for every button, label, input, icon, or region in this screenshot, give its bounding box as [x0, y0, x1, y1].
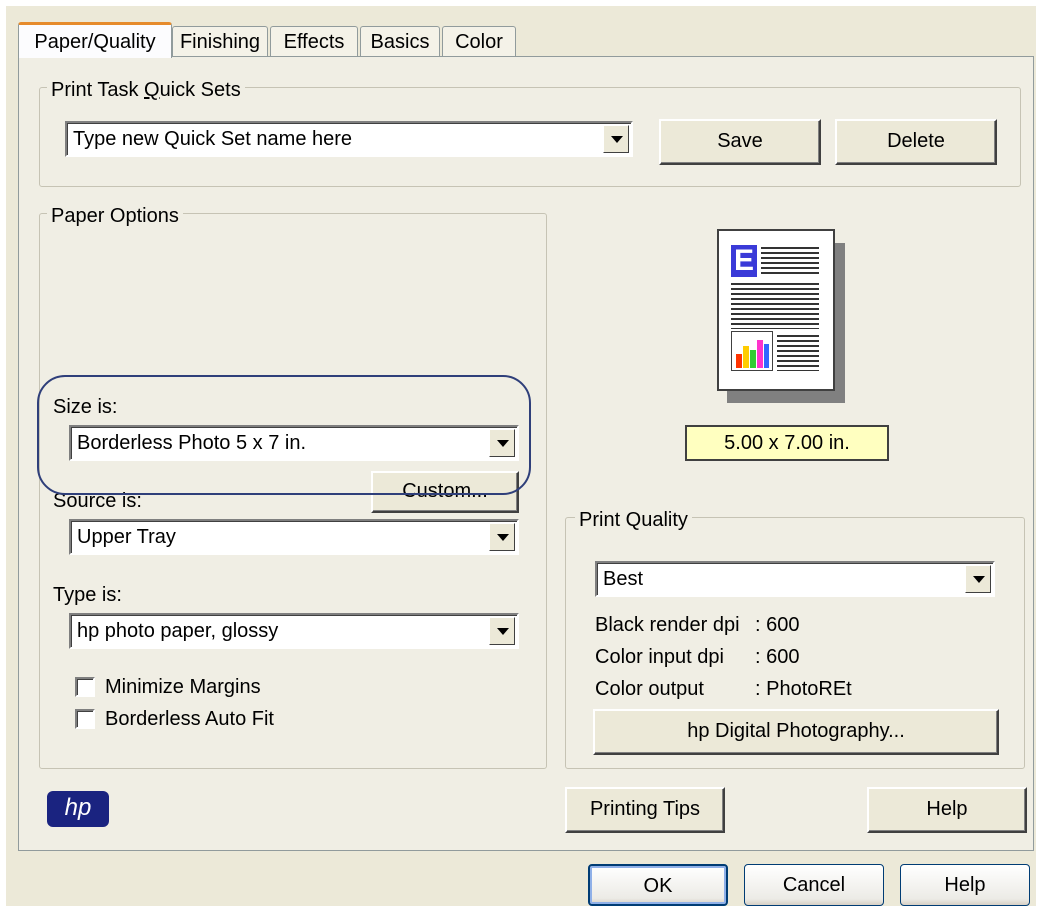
black-dpi-value: : 600	[755, 614, 800, 636]
source-value: Upper Tray	[77, 526, 176, 548]
text-lines	[761, 247, 819, 277]
type-label: Type is:	[53, 584, 122, 606]
cancel-button[interactable]: Cancel	[744, 864, 884, 906]
dialog-help-button[interactable]: Help	[900, 864, 1030, 906]
delete-button[interactable]: Delete	[835, 119, 997, 165]
save-button[interactable]: Save	[659, 119, 821, 165]
save-button-label: Save	[717, 130, 763, 152]
quick-sets-title: Print Task Quick Sets	[47, 79, 245, 101]
chevron-down-icon[interactable]	[603, 125, 629, 153]
help-button[interactable]: Help	[867, 787, 1027, 833]
printing-tips-label: Printing Tips	[589, 798, 701, 820]
quick-set-value: Type new Quick Set name here	[73, 128, 353, 150]
cancel-button-label: Cancel	[782, 874, 846, 896]
ok-button[interactable]: OK	[588, 864, 728, 906]
page-letter: E	[731, 245, 757, 277]
ok-button-label: OK	[643, 875, 673, 897]
tab-basics[interactable]: Basics	[360, 26, 440, 56]
chevron-down-icon[interactable]	[489, 523, 515, 551]
printing-tips-button[interactable]: Printing Tips	[565, 787, 725, 833]
minimize-margins-checkbox[interactable]	[75, 677, 95, 697]
type-value: hp photo paper, glossy	[77, 620, 279, 642]
tab-effects[interactable]: Effects	[270, 26, 358, 56]
black-dpi-label: Black render dpi	[595, 614, 740, 636]
print-quality-title: Print Quality	[575, 509, 692, 531]
chevron-down-icon[interactable]	[489, 617, 515, 645]
tab-color[interactable]: Color	[442, 26, 516, 56]
print-quality-value: Best	[603, 568, 644, 590]
dialog-help-button-label: Help	[944, 874, 986, 896]
quick-set-combo[interactable]: Type new Quick Set name here	[65, 121, 633, 157]
minimize-margins-label: Minimize Margins	[105, 676, 261, 698]
paper-options-title: Paper Options	[47, 205, 183, 227]
text-lines	[731, 283, 819, 329]
print-quality-combo[interactable]: Best	[595, 561, 995, 597]
borderless-auto-fit-checkbox[interactable]	[75, 709, 95, 729]
tab-finishing[interactable]: Finishing	[172, 26, 268, 56]
paper-quality-tab-page: Print Task Quick Sets Type new Quick Set…	[18, 56, 1034, 851]
dimensions-display: 5.00 x 7.00 in.	[685, 425, 889, 461]
borderless-auto-fit-label: Borderless Auto Fit	[105, 708, 274, 730]
delete-button-label: Delete	[887, 130, 945, 152]
hp-logo-icon: hp	[47, 791, 109, 827]
type-combo[interactable]: hp photo paper, glossy	[69, 613, 519, 649]
hp-digital-photography-button[interactable]: hp Digital Photography...	[593, 709, 999, 755]
help-button-label: Help	[926, 798, 968, 820]
color-dpi-value: : 600	[755, 646, 800, 668]
color-output-value: : PhotoREt	[755, 678, 852, 700]
text-lines	[777, 335, 819, 371]
tab-paper-quality[interactable]: Paper/Quality	[18, 22, 172, 58]
chart-thumbnail-icon	[731, 331, 773, 371]
page-preview: E	[717, 229, 835, 391]
source-combo[interactable]: Upper Tray	[69, 519, 519, 555]
color-dpi-label: Color input dpi	[595, 646, 724, 668]
hp-digital-photography-label: hp Digital Photography...	[687, 720, 905, 742]
printer-properties-dialog: Paper/Quality Finishing Effects Basics C…	[6, 6, 1036, 906]
highlight-ring	[37, 375, 531, 495]
chevron-down-icon[interactable]	[965, 565, 991, 593]
color-output-label: Color output	[595, 678, 704, 700]
